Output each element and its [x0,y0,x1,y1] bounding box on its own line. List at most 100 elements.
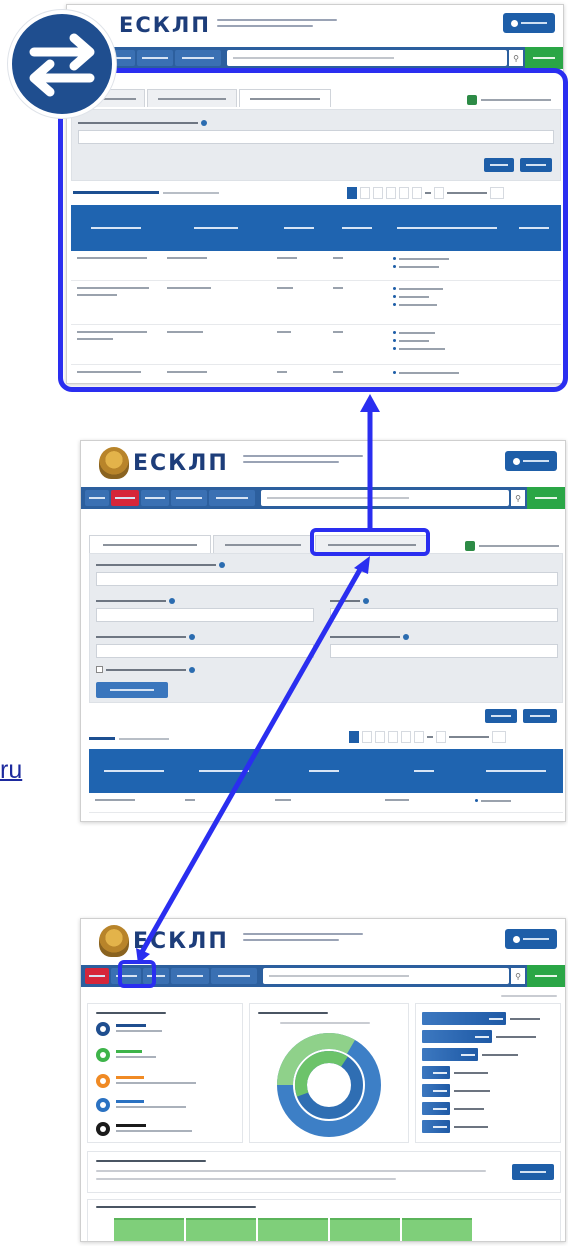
per-page-select[interactable] [492,731,506,743]
tab-highlight-frame [310,528,430,556]
site-link[interactable]: ru [0,756,52,785]
pagination [349,731,506,743]
table-row[interactable] [89,793,563,813]
more-button[interactable] [512,1164,554,1180]
bar-item[interactable] [422,1102,484,1115]
logo-subtitle [243,455,363,467]
page-4[interactable] [388,731,398,743]
search-icon[interactable]: ⚲ [511,490,525,506]
actual-only-checkbox[interactable] [96,666,195,673]
search-button[interactable] [525,47,563,69]
coat-of-arms-icon [99,447,129,479]
page-last[interactable] [436,731,446,743]
page-5[interactable] [401,731,411,743]
dosage-form-label [96,598,175,604]
nav-highlight-frame [118,960,156,988]
search-input[interactable] [227,50,507,66]
help-icon[interactable] [363,598,369,604]
page-3[interactable] [375,731,385,743]
tab-dosage-forms[interactable] [213,535,313,553]
chart-bar[interactable] [402,1218,472,1241]
nav-documents[interactable] [171,490,207,506]
help-icon[interactable] [189,634,195,640]
logo-subtitle [217,19,337,31]
site-header: ЕСКЛП [81,441,565,485]
login-button[interactable] [503,13,555,33]
usage-chart [114,1216,474,1241]
stat-item [96,1022,162,1036]
bar-item[interactable] [422,1084,490,1097]
chart-bar[interactable] [258,1218,328,1241]
find-button[interactable] [485,709,517,723]
consumer-unit-label [96,634,195,640]
eskalp-logo[interactable]: ЕСКЛП [119,13,211,37]
help-icon[interactable] [169,598,175,604]
logo-subtitle [243,933,363,945]
page-2[interactable] [362,731,372,743]
stat-item [96,1122,192,1136]
nav-about[interactable] [141,490,169,506]
search-button[interactable] [527,965,565,987]
nav-documents[interactable] [171,968,209,984]
bar-item[interactable] [422,1048,518,1061]
usage-chart-card [87,1199,561,1241]
tab-klp-catalog[interactable] [89,535,211,553]
nav-home[interactable] [85,968,109,984]
inn-label [96,562,225,568]
excel-export-link[interactable] [465,541,559,551]
chart-bar[interactable] [186,1218,256,1241]
user-icon [513,457,520,465]
zoom-highlight-frame [58,68,568,392]
chart-bar[interactable] [114,1218,184,1241]
excel-icon [465,541,475,551]
chart-bar[interactable] [330,1218,400,1241]
page-6[interactable] [414,731,424,743]
dosage-form-input[interactable] [96,608,314,622]
dosage-input[interactable] [330,608,558,622]
search-icon[interactable]: ⚲ [509,50,523,66]
search-icon[interactable]: ⚲ [511,968,525,984]
help-icon[interactable] [189,666,195,673]
nav-feedback[interactable] [211,968,257,984]
search-button[interactable] [527,487,565,509]
user-icon [511,19,518,27]
results-title [89,737,169,740]
eskalp-logo[interactable]: ЕСКЛП [133,451,229,476]
update-date [501,995,557,997]
login-button[interactable] [505,929,557,949]
nav-feedback[interactable] [209,490,255,506]
advanced-search-button[interactable] [96,682,168,698]
bar-item[interactable] [422,1012,540,1025]
login-button[interactable] [505,451,557,471]
bar-list-card [415,1003,561,1143]
nav-home[interactable] [85,490,109,506]
help-icon[interactable] [403,634,409,640]
group-input[interactable] [330,644,558,658]
page-1[interactable] [349,731,359,743]
search-input[interactable] [261,490,509,506]
site-header: ЕСКЛП [67,5,563,45]
info-card [87,1151,561,1193]
filter-panel [89,553,563,703]
donut-chart [277,1033,381,1137]
nav-documents[interactable] [137,50,173,66]
inn-input[interactable] [96,572,558,586]
search-input[interactable] [263,968,509,984]
bar-item[interactable] [422,1120,488,1133]
help-icon[interactable] [219,562,225,568]
reset-button[interactable] [523,709,557,723]
nav-feedback[interactable] [175,50,221,66]
eskalp-logo[interactable]: ЕСКЛП [133,929,229,954]
site-header: ЕСКЛП [81,919,565,963]
bar-item[interactable] [422,1066,488,1079]
results-table-header [89,749,563,793]
nav-eskalp[interactable] [111,490,139,506]
stat-item [96,1048,156,1062]
dosage-label [330,598,369,604]
swap-arrows-icon [8,10,116,118]
stat-item [96,1098,186,1112]
stat-item [96,1074,196,1088]
bar-item[interactable] [422,1030,536,1043]
coat-of-arms-icon [99,925,129,957]
consumer-unit-input[interactable] [96,644,314,658]
